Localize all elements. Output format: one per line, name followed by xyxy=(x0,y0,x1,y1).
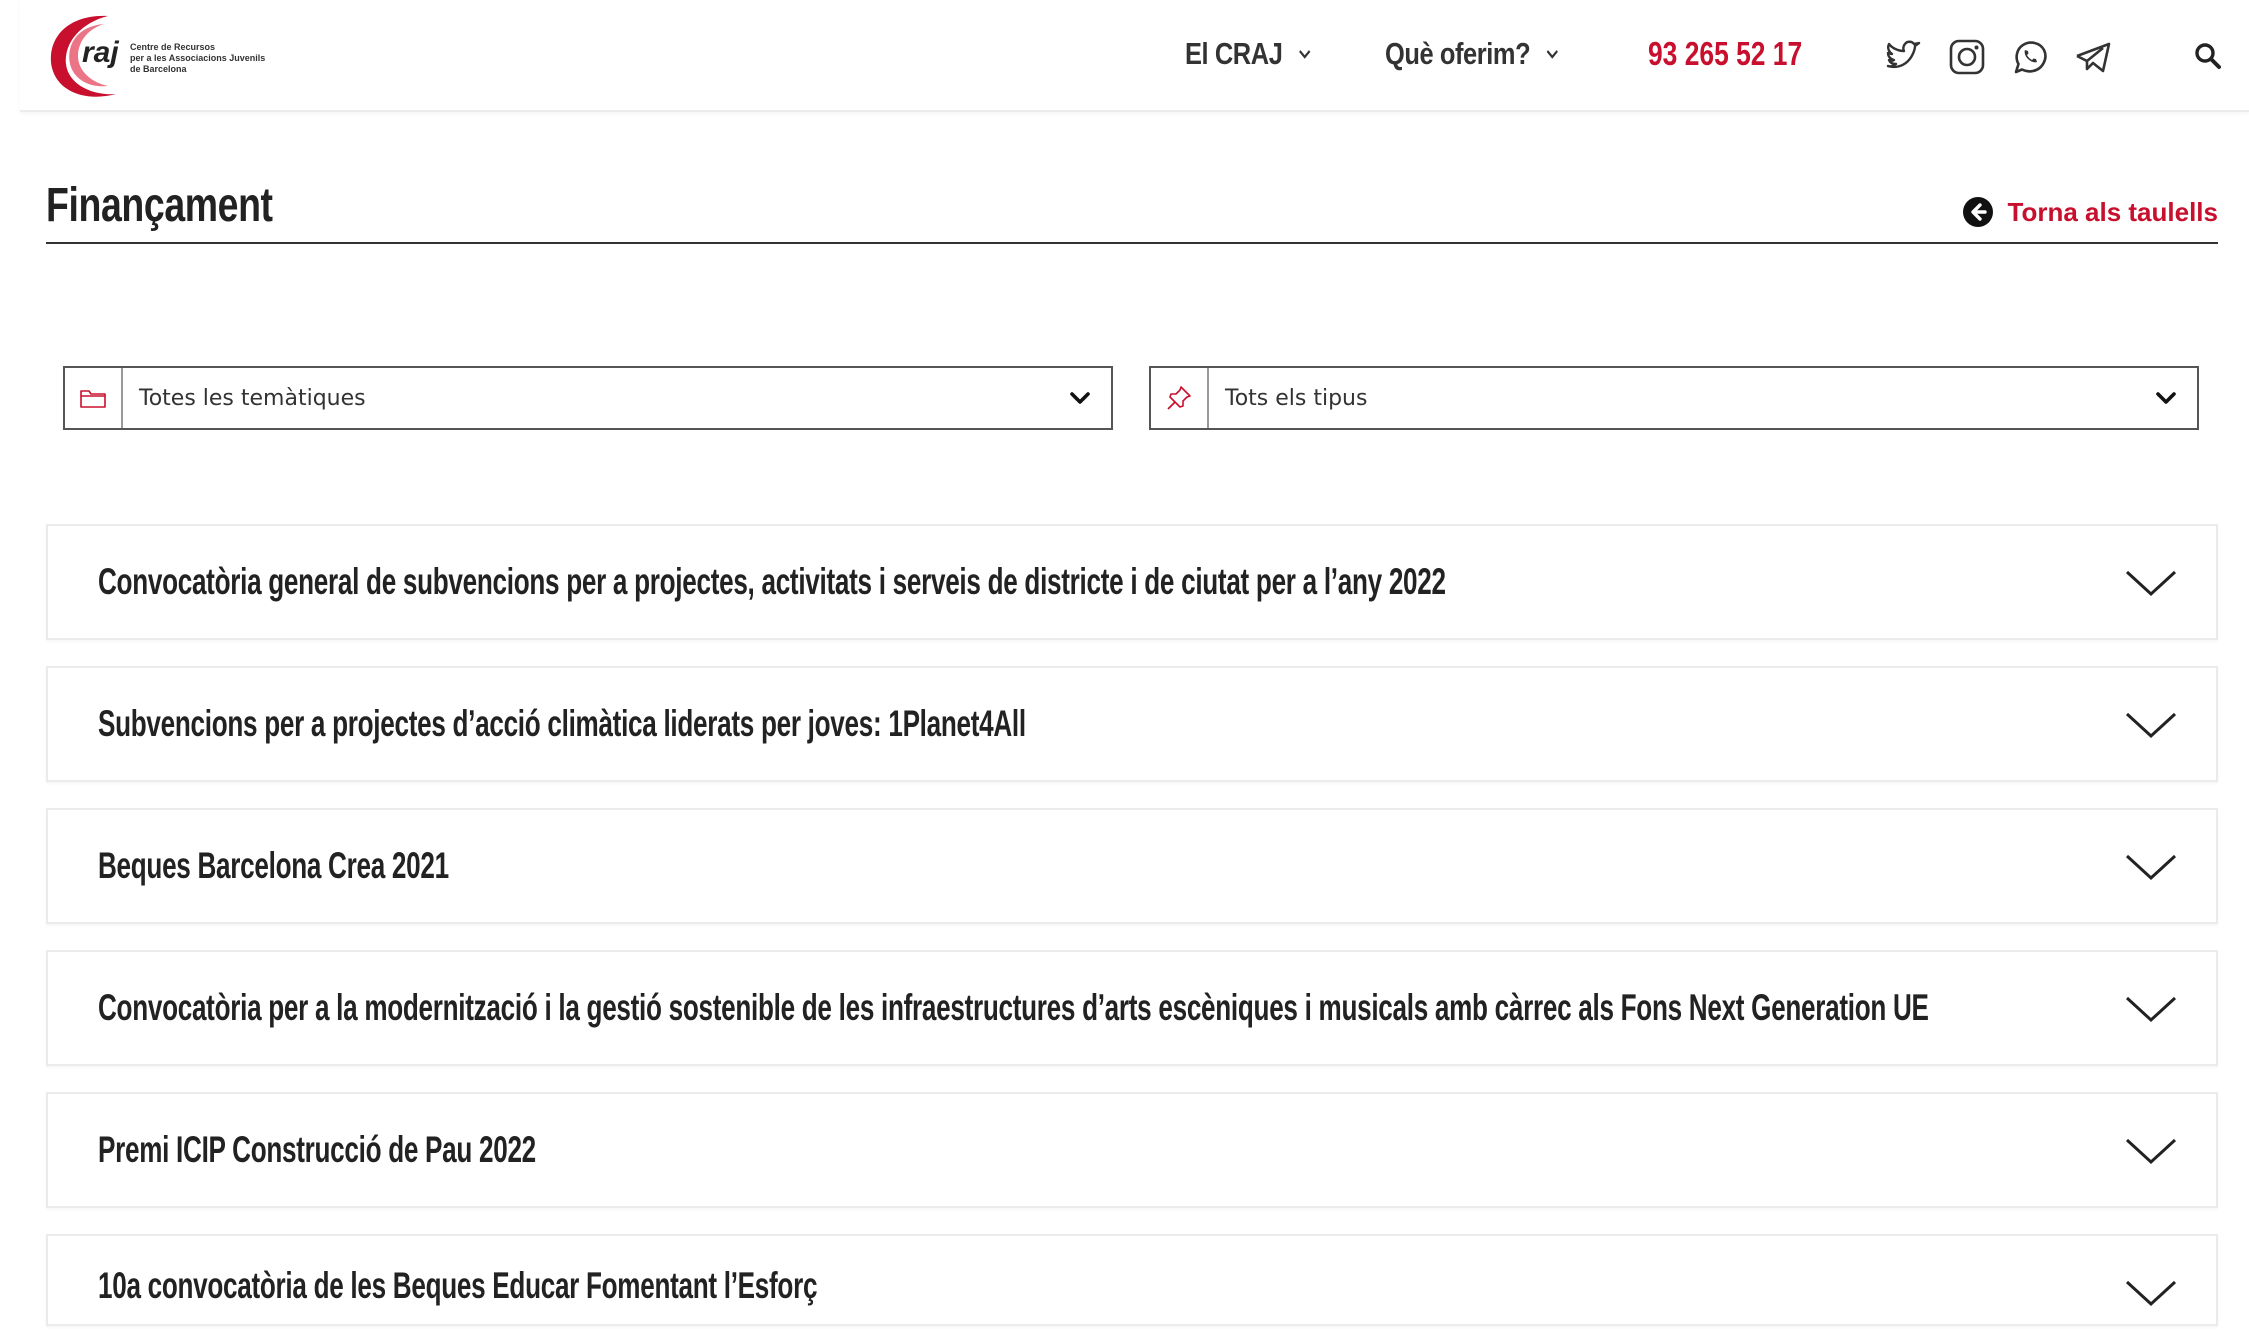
chevron-down-icon xyxy=(2125,1138,2177,1165)
chevron-down-icon xyxy=(1546,50,1558,59)
chevron-down-icon xyxy=(2125,854,2177,881)
chevron-down-icon xyxy=(1298,50,1311,59)
chevron-down-icon xyxy=(2125,712,2177,739)
tematiques-select[interactable]: Totes les temàtiques xyxy=(63,366,1113,430)
nav-el-craj[interactable]: El CRAJ xyxy=(1185,34,1312,74)
site-header: raj Centre de Recursos per a les Associa… xyxy=(20,0,2249,112)
list-item-title: Premi ICIP Construcció de Pau 2022 xyxy=(98,1129,536,1170)
chevron-down-icon xyxy=(2125,570,2177,597)
pin-icon xyxy=(1151,368,1209,428)
craj-logo[interactable]: raj Centre de Recursos per a les Associa… xyxy=(46,10,346,102)
logo-text: Centre de Recursos per a les Associacion… xyxy=(130,42,350,75)
logo-line-2: per a les Associacions Juvenils xyxy=(130,53,266,63)
list-item[interactable]: Beques Barcelona Crea 2021 xyxy=(46,808,2218,924)
list-item[interactable]: Convocatòria general de subvencions per … xyxy=(46,524,2218,640)
list-item-title: 10a convocatòria de les Beques Educar Fo… xyxy=(98,1265,818,1306)
list-item[interactable]: Convocatòria per a la modernització i la… xyxy=(46,950,2218,1066)
logo-mark: raj xyxy=(50,15,119,97)
tipus-select[interactable]: Tots els tipus xyxy=(1149,366,2199,430)
chevron-down-icon xyxy=(1070,392,1090,404)
logo-line-1: Centre de Recursos xyxy=(130,42,216,52)
list-item-title: Convocatòria per a la modernització i la… xyxy=(98,987,1929,1028)
list-item-title: Beques Barcelona Crea 2021 xyxy=(98,845,449,886)
nav-que-oferim-label: Què oferim? xyxy=(1385,36,1531,71)
phone-number[interactable]: 93 265 52 17 xyxy=(1648,34,1802,74)
search-icon xyxy=(2195,43,2221,69)
chevron-down-icon xyxy=(2125,1280,2177,1307)
search-button[interactable] xyxy=(2192,40,2224,72)
list-item-title: Subvencions per a projectes d’acció clim… xyxy=(98,703,1026,744)
chevron-down-icon xyxy=(2156,392,2176,404)
back-link-label: Torna als taulells xyxy=(2007,196,2218,227)
whatsapp-icon[interactable] xyxy=(2009,36,2051,78)
telegram-icon[interactable] xyxy=(2072,36,2114,78)
instagram-icon[interactable] xyxy=(1946,36,1988,78)
list-item[interactable]: Subvencions per a projectes d’acció clim… xyxy=(46,666,2218,782)
tematiques-select-value: Totes les temàtiques xyxy=(139,385,366,411)
chevron-down-icon xyxy=(2125,996,2177,1023)
nav-el-craj-label: El CRAJ xyxy=(1185,36,1283,71)
page-title: Finançament xyxy=(46,179,273,232)
list-item[interactable]: 10a convocatòria de les Beques Educar Fo… xyxy=(46,1234,2218,1326)
folder-icon xyxy=(65,368,123,428)
page: raj Centre de Recursos per a les Associa… xyxy=(0,0,2249,1340)
arrow-left-circle-icon xyxy=(1962,197,1993,227)
twitter-icon[interactable] xyxy=(1882,36,1924,78)
tipus-select-value: Tots els tipus xyxy=(1225,385,1368,411)
logo-line-3: de Barcelona xyxy=(130,64,187,74)
logo-mark-text: raj xyxy=(82,36,119,69)
back-to-boards-link[interactable]: Torna als taulells xyxy=(1962,192,2218,232)
list-item[interactable]: Premi ICIP Construcció de Pau 2022 xyxy=(46,1092,2218,1208)
page-title-bar: Finançament Torna als taulells xyxy=(46,170,2218,244)
nav-que-oferim[interactable]: Què oferim? xyxy=(1385,34,1560,74)
list-item-title: Convocatòria general de subvencions per … xyxy=(98,561,1446,602)
